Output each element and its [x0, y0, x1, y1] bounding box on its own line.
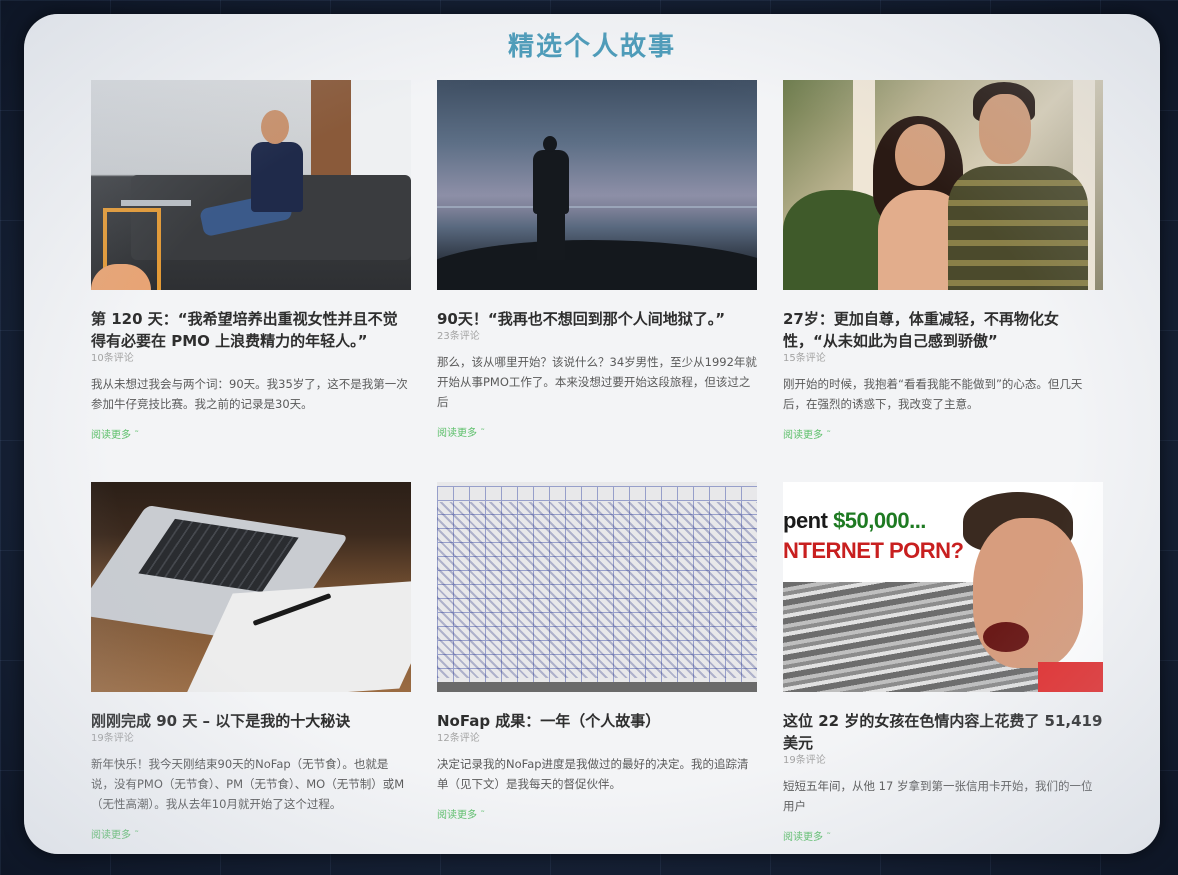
story-card: 90天！“我再也不想回到那个人间地狱了。” 23条评论 那么，该从哪里开始？该说… — [437, 80, 757, 482]
read-more-link[interactable]: 阅读更多 ˜ — [91, 826, 411, 841]
story-card: 刚刚完成 90 天 – 以下是我的十大秘诀 19条评论 新年快乐！我今天刚结束9… — [91, 482, 411, 854]
comment-count[interactable]: 10条评论 — [91, 352, 411, 366]
story-card: 第 120 天：“我希望培养出重视女性并且不觉得有必要在 PMO 上浪费精力的年… — [91, 80, 411, 482]
man-silhouette-lake-photo[interactable] — [437, 80, 757, 290]
laptop-notebook-pen-photo[interactable] — [91, 482, 411, 692]
read-more-link[interactable]: 阅读更多 ˜ — [437, 424, 757, 439]
smiling-couple-photo[interactable] — [783, 80, 1103, 290]
story-card: NoFap 成果：一年（个人故事） 12条评论 决定记录我的NoFap进度是我做… — [437, 482, 757, 854]
story-card: pent $50,000... NTERNET PORN? 这位 22 岁的女孩… — [783, 482, 1103, 854]
story-title-link[interactable]: 27岁：更加自尊，体重减轻，不再物化女性，“从未如此为自己感到骄傲” — [783, 308, 1103, 352]
read-more-link[interactable]: 阅读更多 ˜ — [91, 426, 411, 441]
comment-count[interactable]: 19条评论 — [783, 754, 1103, 768]
browser-screen: 精选个人故事 第 120 天：“我希望培养出重视女性并且不觉得有必要在 PMO … — [24, 14, 1160, 854]
image-caption-line2: NTERNET PORN? — [783, 538, 964, 563]
story-excerpt: 那么，该从哪里开始？该说什么？34岁男性，至少从1992年就开始从事PMO工作了… — [437, 355, 757, 409]
comment-count[interactable]: 12条评论 — [437, 732, 757, 746]
story-title-link[interactable]: 第 120 天：“我希望培养出重视女性并且不觉得有必要在 PMO 上浪费精力的年… — [91, 308, 411, 352]
man-on-sofa-laptop-photo[interactable] — [91, 80, 411, 290]
story-excerpt: 短短五年间，从他 17 岁拿到第一张信用卡开始，我们的一位用户 — [783, 779, 1093, 813]
story-title-link[interactable]: 这位 22 岁的女孩在色情内容上花费了 51,419 美元 — [783, 710, 1103, 754]
story-excerpt: 决定记录我的NoFap进度是我做过的最好的决定。我的追踪清单（见下文）是我每天的… — [437, 757, 749, 791]
story-grid: 第 120 天：“我希望培养出重视女性并且不觉得有必要在 PMO 上浪费精力的年… — [91, 80, 1103, 854]
read-more-link[interactable]: 阅读更多 ˜ — [783, 828, 1103, 843]
page-title: 精选个人故事 — [507, 32, 676, 62]
handwritten-tracking-chart-photo[interactable] — [437, 482, 757, 692]
story-excerpt: 刚开始的时候，我抱着“看看我能不能做到”的心态。但几天后，在强烈的诱惑下，我改变… — [783, 377, 1083, 411]
story-excerpt: 新年快乐！我今天刚结束90天的NoFap（无节食）。也就是说，没有PMO（无节食… — [91, 757, 405, 811]
story-title-link[interactable]: NoFap 成果：一年（个人故事） — [437, 710, 757, 732]
story-excerpt: 我从未想过我会与两个词：90天。我35岁了，这不是我第一次参加牛仔竞技比赛。我之… — [91, 377, 408, 411]
comment-count[interactable]: 15条评论 — [783, 352, 1103, 366]
story-title-link[interactable]: 90天！“我再也不想回到那个人间地狱了。” — [437, 308, 757, 330]
money-pile-screaming-man-photo[interactable]: pent $50,000... NTERNET PORN? — [783, 482, 1103, 692]
image-caption-line1: pent $50,000... — [783, 508, 926, 533]
comment-count[interactable]: 23条评论 — [437, 330, 757, 344]
read-more-link[interactable]: 阅读更多 ˜ — [783, 426, 1103, 441]
story-title-link[interactable]: 刚刚完成 90 天 – 以下是我的十大秘诀 — [91, 710, 411, 732]
story-card: 27岁：更加自尊，体重减轻，不再物化女性，“从未如此为自己感到骄傲” 15条评论… — [783, 80, 1103, 482]
read-more-link[interactable]: 阅读更多 ˜ — [437, 806, 757, 821]
comment-count[interactable]: 19条评论 — [91, 732, 411, 746]
